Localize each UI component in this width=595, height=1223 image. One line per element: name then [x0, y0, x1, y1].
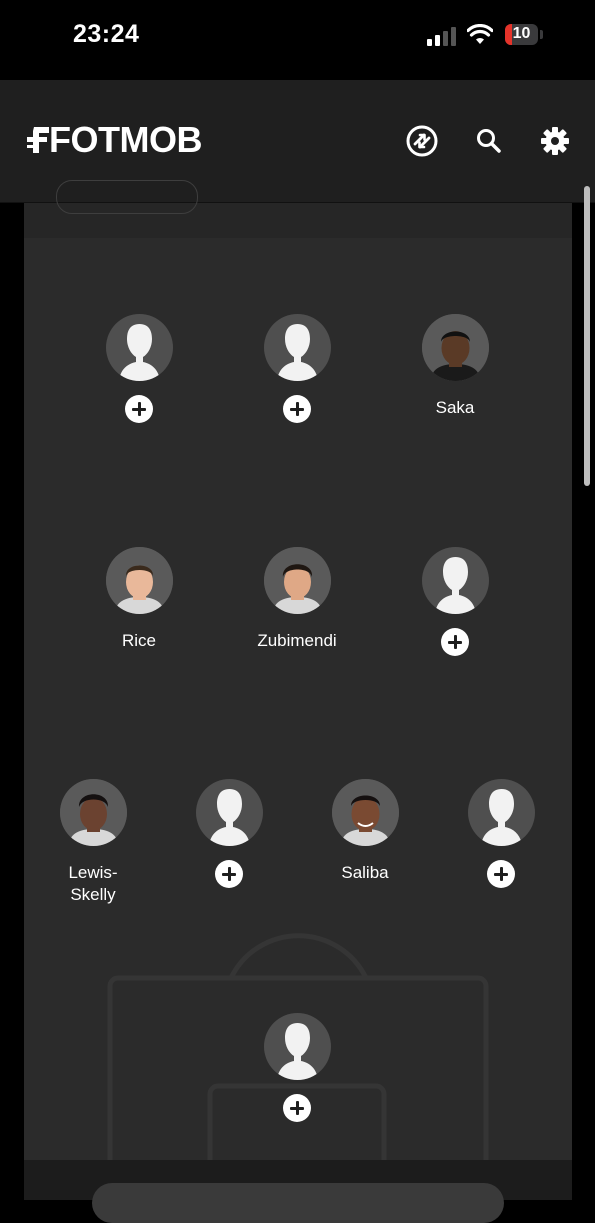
gear-icon[interactable] — [538, 124, 572, 158]
add-player-button[interactable] — [283, 395, 311, 423]
fotmob-logo-mark-icon — [27, 127, 49, 153]
lineup-pitch: Saka Rice Zubimendi Lewis- Skelly Saliba — [24, 238, 572, 1160]
player-slot-goalkeeper — [237, 1013, 357, 1122]
player-silhouette-icon — [276, 324, 318, 381]
player-slot-defence-2 — [169, 779, 289, 888]
player-slot-saka: Saka — [395, 314, 515, 419]
bottom-action-pill[interactable] — [92, 1183, 504, 1223]
player-face-icon — [105, 547, 173, 614]
empty-player-avatar[interactable] — [263, 1013, 331, 1080]
fotmob-logo[interactable]: FOTMOB — [27, 120, 202, 160]
add-player-button[interactable] — [283, 1094, 311, 1122]
empty-player-avatar[interactable] — [467, 779, 535, 846]
player-silhouette-icon — [208, 789, 250, 846]
add-player-button[interactable] — [215, 860, 243, 888]
player-face-icon — [331, 779, 399, 846]
battery-tip — [540, 30, 543, 39]
player-name: Rice — [121, 631, 156, 650]
empty-player-avatar[interactable] — [195, 779, 263, 846]
player-silhouette-icon — [434, 557, 476, 614]
player-name: Saka — [435, 398, 475, 417]
battery-indicator: 10 — [505, 24, 538, 45]
player-slot-midfield-3 — [395, 547, 515, 656]
add-player-button[interactable] — [441, 628, 469, 656]
player-slot-defence-4 — [441, 779, 561, 888]
battery-level: 10 — [512, 25, 531, 42]
player-name-line-1: Lewis- — [68, 863, 118, 882]
player-slot-attack-1 — [79, 314, 199, 423]
add-player-button[interactable] — [487, 860, 515, 888]
player-slot-rice: Rice — [79, 547, 199, 652]
player-name: Saliba — [341, 863, 389, 882]
player-photo-saliba[interactable] — [331, 779, 399, 846]
filter-pill[interactable] — [56, 180, 198, 214]
transfer-swap-icon[interactable] — [405, 124, 439, 158]
player-name-line-2: Skelly — [70, 885, 116, 904]
logo-text: FOTMOB — [49, 119, 202, 160]
player-slot-saliba: Saliba — [305, 779, 425, 884]
player-name: Lewis- Skelly — [33, 862, 153, 906]
player-silhouette-icon — [118, 324, 160, 381]
scrollbar[interactable] — [584, 186, 590, 486]
empty-player-avatar[interactable] — [105, 314, 173, 381]
status-bar: 23:24 10 — [0, 0, 595, 80]
player-face-icon — [421, 314, 489, 381]
player-photo-lewis-skelly[interactable] — [59, 779, 127, 846]
wifi-icon — [467, 24, 493, 44]
player-name: Zubimendi — [257, 631, 337, 650]
add-player-button[interactable] — [125, 395, 153, 423]
player-slot-attack-2 — [237, 314, 357, 423]
player-slot-lewis-skelly: Lewis- Skelly — [33, 779, 153, 906]
player-photo-rice[interactable] — [105, 547, 173, 614]
player-silhouette-icon — [480, 789, 522, 846]
player-slot-zubimendi: Zubimendi — [237, 547, 357, 652]
player-photo-saka[interactable] — [421, 314, 489, 381]
search-icon[interactable] — [472, 124, 506, 158]
player-silhouette-icon — [276, 1023, 318, 1080]
player-face-icon — [263, 547, 331, 614]
status-time: 23:24 — [73, 20, 140, 48]
empty-player-avatar[interactable] — [263, 314, 331, 381]
player-face-icon — [59, 779, 127, 846]
player-photo-zubimendi[interactable] — [263, 547, 331, 614]
empty-player-avatar[interactable] — [421, 547, 489, 614]
cellular-signal-icon — [427, 26, 457, 46]
